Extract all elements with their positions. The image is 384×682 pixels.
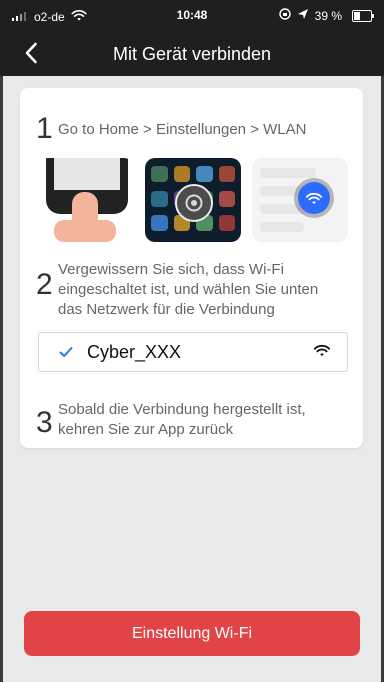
wifi-network-row[interactable]: Cyber_XXX (38, 332, 348, 372)
wifi-signal-icon (313, 343, 331, 362)
step-text: Go to Home > Einstellungen > WLAN (58, 121, 307, 138)
status-right: 39 % (278, 8, 374, 23)
battery-fill (354, 11, 361, 20)
wifi-settings-icon (298, 182, 330, 214)
settings-row (260, 168, 316, 178)
step-number: 3 (36, 406, 53, 439)
step-number: 1 (36, 112, 53, 145)
step-number: 2 (36, 268, 53, 301)
settings-gear-icon (175, 184, 213, 222)
app-icon (151, 215, 168, 232)
app-icon (151, 190, 168, 207)
screen-frame-left (0, 0, 3, 682)
app-icon (218, 215, 235, 232)
finger-icon (54, 192, 116, 242)
battery-icon (352, 9, 374, 22)
settings-row (260, 222, 304, 232)
app-icon (173, 166, 190, 182)
step-text: Sobald die Verbindung hergestellt ist, k… (58, 401, 306, 438)
home-button-illustration (38, 158, 134, 242)
app-icon (196, 166, 213, 182)
app-icon (218, 190, 235, 207)
step-text: Vergewissern Sie sich, dass Wi-Fi einges… (58, 261, 319, 318)
wifi-settings-button[interactable]: Einstellung Wi-Fi (24, 611, 360, 656)
instructions-card: 1 Go to Home > Einstellungen > WLAN 2 Ve… (20, 88, 363, 448)
step-2: 2 Vergewissern Sie sich, dass Wi-Fi eing… (36, 260, 328, 320)
battery-percent: 39 % (314, 8, 342, 23)
top-nav: Mit Gerät verbinden (0, 32, 384, 76)
app-icon (218, 166, 235, 182)
step-1-illustrations (38, 158, 348, 242)
rotation-lock-icon (278, 8, 291, 23)
wifi-ssid: Cyber_XXX (87, 341, 182, 362)
step-3: 3 Sobald die Verbindung hergestellt ist,… (36, 400, 328, 440)
settings-app-illustration (145, 158, 241, 242)
phone-screen (54, 158, 120, 190)
wifi-settings-illustration (252, 158, 348, 242)
page-title: Mit Gerät verbinden (112, 44, 272, 64)
step-1: 1 Go to Home > Einstellungen > WLAN (36, 114, 306, 144)
app-icon (151, 166, 168, 182)
check-icon (57, 346, 75, 358)
status-bar: o2-de 10:48 39 % (0, 0, 384, 32)
location-icon (297, 8, 309, 23)
